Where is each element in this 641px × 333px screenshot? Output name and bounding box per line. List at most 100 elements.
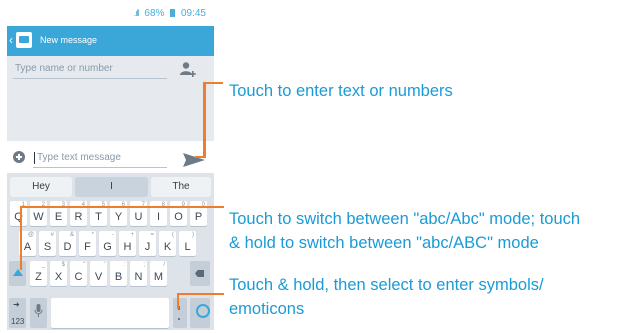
key-secondary-label: : <box>123 262 125 268</box>
key-d[interactable]: & D <box>59 231 76 256</box>
key-secondary-label: $ <box>61 262 65 268</box>
key-label: P <box>194 211 203 223</box>
key-label: B <box>114 271 123 283</box>
key-secondary-label: ) <box>192 232 194 238</box>
callout-line-symbols <box>178 293 224 295</box>
key-k[interactable]: (K <box>159 231 176 256</box>
space-key[interactable] <box>51 298 169 328</box>
key-q[interactable]: 1Q <box>10 201 27 226</box>
key-s[interactable]: # S <box>39 231 56 256</box>
suggestion-i[interactable]: I <box>75 177 148 197</box>
key-label: H <box>123 241 132 253</box>
callout-symbols-line1: Touch & hold, then select to enter symbo… <box>229 276 544 294</box>
key-secondary-label: / <box>163 262 165 268</box>
key-h[interactable]: + H <box>119 231 136 256</box>
key-label: D <box>63 241 72 253</box>
message-row: Type text message <box>7 141 214 173</box>
key-label: I <box>156 211 161 223</box>
key-secondary-label: " <box>82 262 85 268</box>
key-secondary-label: + <box>130 232 134 238</box>
callout-symbols-line2: emoticons <box>229 300 305 318</box>
attach-plus-icon[interactable] <box>13 151 25 163</box>
voice-input-key[interactable] <box>30 298 47 328</box>
symbols-arrow-icon: ➜ <box>13 300 20 309</box>
key-r[interactable]: 4R <box>70 201 87 226</box>
suggestion-the[interactable]: The <box>151 177 211 197</box>
key-label: K <box>163 241 172 253</box>
key-label: F <box>84 241 91 253</box>
battery-percent: 68% <box>144 8 165 19</box>
symbols-key-label: 123 <box>11 317 25 326</box>
key-label: Y <box>114 211 123 223</box>
key-label: R <box>74 211 83 223</box>
emoticon-key[interactable] <box>190 298 210 328</box>
callout-line-shift <box>21 206 224 208</box>
key-u[interactable]: 7U <box>130 201 147 226</box>
key-label: O <box>174 211 183 223</box>
key-label: X <box>54 271 63 283</box>
key-label: V <box>94 271 103 283</box>
key-secondary-label: @ <box>27 232 34 238</box>
key-w[interactable]: 2W <box>30 201 47 226</box>
key-label: L <box>184 241 191 253</box>
suggestion-bar: Hey I The <box>10 177 211 197</box>
recipient-input[interactable]: Type name or number <box>13 62 167 79</box>
signal-icon: .ıll <box>133 8 140 18</box>
keyboard: Hey I The 1Q2W3E4R5T6Y7U8I9O0P @ A # S & D * F -… <box>7 173 214 330</box>
key-label: S <box>43 241 52 253</box>
key-t[interactable]: 5T <box>90 201 107 226</box>
key-label: G <box>103 241 112 253</box>
punctuation-key[interactable] <box>173 298 187 328</box>
compose-area: Type name or number <box>7 56 214 141</box>
key-secondary-label: & <box>69 232 74 238</box>
quote-icon <box>178 306 180 320</box>
key-secondary-label: _ <box>41 262 45 268</box>
key-e[interactable]: 3E <box>50 201 67 226</box>
key-label: E <box>54 211 63 223</box>
callout-drop-shift <box>20 206 22 270</box>
key-i[interactable]: 8I <box>150 201 167 226</box>
key-label: N <box>134 271 143 283</box>
back-chevron-icon[interactable]: ‹ <box>9 33 13 47</box>
message-input[interactable]: Type text message <box>33 151 167 168</box>
key-label: M <box>153 271 164 283</box>
key-x[interactable]: $ X <box>50 261 67 286</box>
phone-screen: .ıll 68% 09:45 ‹ New message Type name o… <box>7 2 214 330</box>
key-p[interactable]: 0P <box>190 201 207 226</box>
key-y[interactable]: 6Y <box>110 201 127 226</box>
key-l[interactable]: ) L <box>179 231 196 256</box>
backspace-key[interactable] <box>190 261 210 286</box>
key-f[interactable]: * F <box>79 231 96 256</box>
add-contact-icon[interactable] <box>179 61 197 77</box>
key-j[interactable]: = J <box>139 231 156 256</box>
key-label: W <box>33 211 44 223</box>
app-bar: ‹ New message <box>7 26 214 56</box>
key-c[interactable]: " C <box>70 261 87 286</box>
status-bar: .ıll 68% 09:45 <box>7 2 214 26</box>
key-o[interactable]: 9O <box>170 201 187 226</box>
shift-key[interactable] <box>9 261 26 286</box>
key-secondary-label: * <box>91 232 94 238</box>
messaging-app-icon[interactable] <box>16 32 32 48</box>
callout-switch-mode-line2: & hold to switch between "abc/ABC" mode <box>229 234 539 252</box>
key-n[interactable]: ; N <box>130 261 147 286</box>
status-time: 09:45 <box>180 8 206 19</box>
status-indicators: .ıll 68% 09:45 <box>134 8 206 19</box>
key-secondary-label: ; <box>143 262 145 268</box>
microphone-icon <box>34 304 43 317</box>
key-secondary-label: # <box>50 232 54 238</box>
symbols-key[interactable]: ➜ 123 <box>9 298 26 328</box>
key-m[interactable]: / M <box>150 261 167 286</box>
key-v[interactable]: ' V <box>90 261 107 286</box>
key-label: J <box>144 241 151 253</box>
key-secondary-label: ' <box>103 262 105 268</box>
callout-tick-message <box>195 156 205 158</box>
key-label: T <box>95 211 102 223</box>
key-label: U <box>134 211 143 223</box>
suggestion-hey[interactable]: Hey <box>10 177 72 197</box>
key-label: Q <box>14 211 23 223</box>
key-z[interactable]: _ Z <box>30 261 47 286</box>
key-b[interactable]: :B <box>110 261 127 286</box>
key-g[interactable]: -G <box>99 231 116 256</box>
key-label: C <box>74 271 83 283</box>
